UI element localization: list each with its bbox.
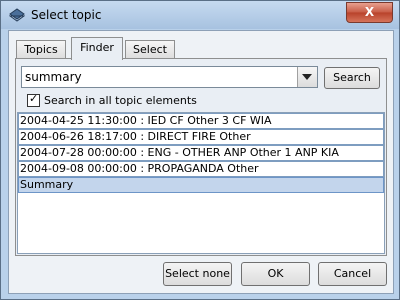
search-combo[interactable]: summary (21, 66, 318, 88)
ok-button[interactable]: OK (241, 262, 310, 286)
window-title: Select topic (31, 8, 102, 22)
select-none-button[interactable]: Select none (163, 262, 232, 286)
search-query[interactable]: summary (25, 70, 82, 84)
dialog-body: Topics Finder Select summary Search Sear… (8, 30, 394, 294)
results-list[interactable]: 2004-04-25 11:30:00 : IED CF Other 3 CF … (17, 112, 385, 254)
select-topic-dialog: Select topic X Topics Finder Select summ… (0, 0, 400, 300)
tab-select[interactable]: Select (125, 40, 175, 59)
chevron-down-icon[interactable] (297, 67, 317, 87)
app-icon (9, 8, 25, 22)
list-item[interactable]: 2004-09-08 00:00:00 : PROPAGANDA Other (18, 161, 384, 177)
finder-panel: summary Search Search in all topic eleme… (15, 58, 387, 256)
list-item[interactable]: 2004-07-28 00:00:00 : ENG - OTHER ANP Ot… (18, 145, 384, 161)
list-item-selected[interactable]: Summary (18, 177, 384, 193)
tab-finder[interactable]: Finder (71, 37, 123, 60)
list-item[interactable]: 2004-06-26 18:17:00 : DIRECT FIRE Other (18, 129, 384, 145)
close-button[interactable]: X (346, 2, 393, 23)
tab-topics[interactable]: Topics (16, 40, 66, 59)
search-all-label: Search in all topic elements (44, 94, 197, 107)
search-button[interactable]: Search (324, 67, 380, 89)
title-bar[interactable]: Select topic X (1, 1, 399, 29)
cancel-button[interactable]: Cancel (318, 262, 387, 286)
list-item[interactable]: 2004-04-25 11:30:00 : IED CF Other 3 CF … (18, 113, 384, 129)
search-all-checkbox[interactable] (27, 92, 40, 107)
